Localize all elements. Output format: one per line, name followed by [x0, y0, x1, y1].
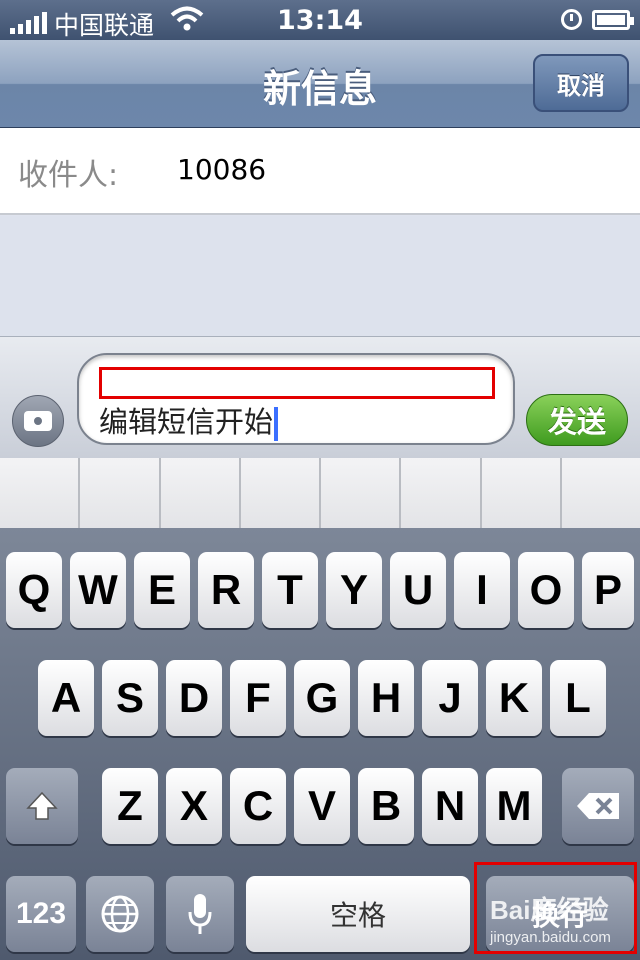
- candidate-slot[interactable]: [0, 458, 81, 528]
- candidate-slot[interactable]: [160, 458, 241, 528]
- message-list-area: [0, 216, 640, 336]
- key-c[interactable]: C: [230, 768, 286, 844]
- key-j[interactable]: J: [422, 660, 478, 736]
- key-n[interactable]: N: [422, 768, 478, 844]
- recipient-row[interactable]: 收件人: 10086: [0, 128, 640, 215]
- message-input[interactable]: 编辑短信开始: [77, 353, 515, 445]
- key-b[interactable]: B: [358, 768, 414, 844]
- recipient-label: 收件人:: [18, 158, 119, 193]
- key-o[interactable]: O: [518, 552, 574, 628]
- text-cursor: [274, 407, 279, 441]
- globe-icon: [101, 895, 139, 933]
- key-w[interactable]: W: [70, 552, 126, 628]
- backspace-icon: [577, 793, 619, 819]
- key-m[interactable]: M: [486, 768, 542, 844]
- key-r[interactable]: R: [198, 552, 254, 628]
- ime-candidate-bar: [0, 458, 640, 528]
- candidate-slot[interactable]: [80, 458, 161, 528]
- candidate-slot[interactable]: [401, 458, 482, 528]
- navigation-bar: 新信息 取消: [0, 40, 640, 128]
- key-q[interactable]: Q: [6, 552, 62, 628]
- watermark-url: jingyan.baidu.com: [490, 929, 611, 946]
- key-e[interactable]: E: [134, 552, 190, 628]
- compose-bar: 编辑短信开始 发送: [0, 336, 640, 458]
- key-z[interactable]: Z: [102, 768, 158, 844]
- cancel-button[interactable]: 取消: [533, 54, 629, 112]
- status-bar: 中国联通 13:14: [0, 0, 640, 40]
- key-s[interactable]: S: [102, 660, 158, 736]
- key-x[interactable]: X: [166, 768, 222, 844]
- delete-key[interactable]: [562, 768, 634, 844]
- key-h[interactable]: H: [358, 660, 414, 736]
- key-y[interactable]: Y: [326, 552, 382, 628]
- alarm-clock-icon: [561, 9, 582, 30]
- key-v[interactable]: V: [294, 768, 350, 844]
- annotation-highlight-box: [99, 367, 495, 399]
- number-mode-key[interactable]: 123: [6, 876, 76, 952]
- send-button[interactable]: 发送: [526, 394, 628, 446]
- dictation-key[interactable]: [166, 876, 234, 952]
- key-l[interactable]: L: [550, 660, 606, 736]
- watermark-logo: Bai度经验: [490, 895, 609, 925]
- microphone-icon: [188, 894, 212, 934]
- battery-charging-icon: [592, 10, 634, 30]
- message-text: 编辑短信开始: [99, 405, 274, 439]
- status-time: 13:14: [277, 5, 363, 36]
- key-k[interactable]: K: [486, 660, 542, 736]
- key-t[interactable]: T: [262, 552, 318, 628]
- shift-arrow-icon: [26, 791, 58, 820]
- language-switch-key[interactable]: [86, 876, 154, 952]
- key-u[interactable]: U: [390, 552, 446, 628]
- candidate-slot[interactable]: [561, 458, 640, 528]
- shift-key[interactable]: [6, 768, 78, 844]
- keyboard: Q W E R T Y U I O P A S D F G H J K L Z …: [0, 528, 640, 960]
- space-key[interactable]: 空格: [246, 876, 470, 952]
- candidate-slot[interactable]: [240, 458, 321, 528]
- key-i[interactable]: I: [454, 552, 510, 628]
- key-d[interactable]: D: [166, 660, 222, 736]
- baidu-watermark: Bai度经验 jingyan.baidu.com: [490, 890, 611, 946]
- key-p[interactable]: P: [582, 552, 634, 628]
- camera-button[interactable]: [12, 395, 64, 447]
- candidate-slot[interactable]: [321, 458, 402, 528]
- recipient-field[interactable]: 10086: [177, 153, 266, 186]
- key-g[interactable]: G: [294, 660, 350, 736]
- candidate-slot[interactable]: [481, 458, 562, 528]
- key-a[interactable]: A: [38, 660, 94, 736]
- key-f[interactable]: F: [230, 660, 286, 736]
